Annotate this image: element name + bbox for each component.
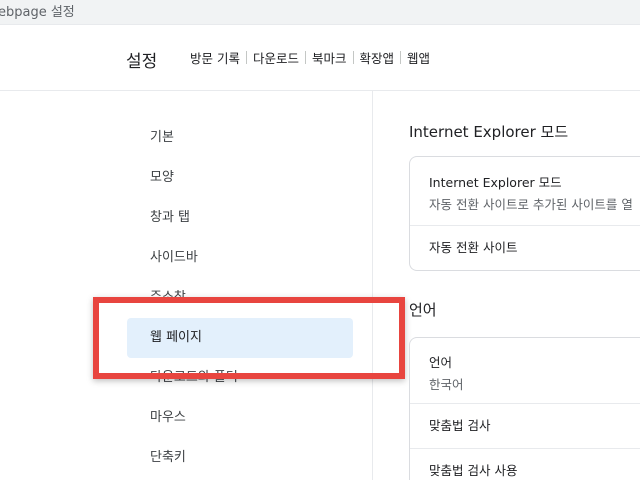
language-card: 언어 한국어 맞춤법 검사 맞춤법 검사 사용 <box>409 337 640 480</box>
settings-sidebar: 기본 모양 창과 탭 사이드바 주소창 웹 페이지 다운로드와 폴더 마우스 단… <box>0 91 373 480</box>
settings-main: Internet Explorer 모드 Internet Explorer 모… <box>373 91 640 480</box>
section-title-language: 언어 <box>409 301 437 319</box>
nav-link-extensions[interactable]: 확장앱 <box>354 48 401 67</box>
language-row[interactable]: 언어 한국어 <box>410 338 640 403</box>
header-nav: 방문 기록 다운로드 북마크 확장앱 웹앱 <box>190 48 436 67</box>
spellcheck-enable-label: 맞춤법 검사 사용 <box>429 463 518 478</box>
spellcheck-enable-row[interactable]: 맞춤법 검사 사용 <box>410 448 640 480</box>
ie-mode-row[interactable]: Internet Explorer 모드 자동 전환 사이트로 추가된 사이트를… <box>410 157 640 225</box>
section-title-ie-mode: Internet Explorer 모드 <box>409 123 569 141</box>
settings-header: 설정 방문 기록 다운로드 북마크 확장앱 웹앱 <box>0 25 640 91</box>
sidebar-item-basic[interactable]: 기본 <box>127 118 353 158</box>
spellcheck-row[interactable]: 맞춤법 검사 <box>410 403 640 448</box>
ie-mode-label: Internet Explorer 모드 <box>429 175 562 190</box>
spellcheck-label: 맞춤법 검사 <box>429 418 491 433</box>
nav-link-webapps[interactable]: 웹앱 <box>401 48 436 67</box>
sidebar-item-sidebar[interactable]: 사이드바 <box>127 238 353 278</box>
page-title: 설정 <box>126 52 158 72</box>
nav-link-downloads[interactable]: 다운로드 <box>247 48 305 67</box>
sidebar-item-shortcuts[interactable]: 단축키 <box>127 438 353 478</box>
ie-mode-description: 자동 전환 사이트로 추가된 사이트를 열 <box>429 197 633 212</box>
sidebar-item-windows-tabs[interactable]: 창과 탭 <box>127 198 353 238</box>
ie-mode-card: Internet Explorer 모드 자동 전환 사이트로 추가된 사이트를… <box>409 156 640 271</box>
sidebar-item-web-page[interactable]: 웹 페이지 <box>127 318 353 358</box>
auto-switch-sites-row[interactable]: 자동 전환 사이트 <box>410 225 640 270</box>
auto-switch-sites-label: 자동 전환 사이트 <box>429 240 518 255</box>
window-titlebar: ebpage 설정 <box>0 0 640 25</box>
sidebar-item-downloads-folders[interactable]: 다운로드와 폴더 <box>127 358 353 398</box>
language-value: 한국어 <box>429 377 464 392</box>
window-title: ebpage 설정 <box>0 5 75 20</box>
sidebar-item-mouse[interactable]: 마우스 <box>127 398 353 438</box>
nav-link-history[interactable]: 방문 기록 <box>190 48 246 67</box>
sidebar-item-appearance[interactable]: 모양 <box>127 158 353 198</box>
nav-link-bookmarks[interactable]: 북마크 <box>306 48 353 67</box>
sidebar-item-address-bar[interactable]: 주소창 <box>127 278 353 318</box>
language-label: 언어 <box>429 355 453 370</box>
